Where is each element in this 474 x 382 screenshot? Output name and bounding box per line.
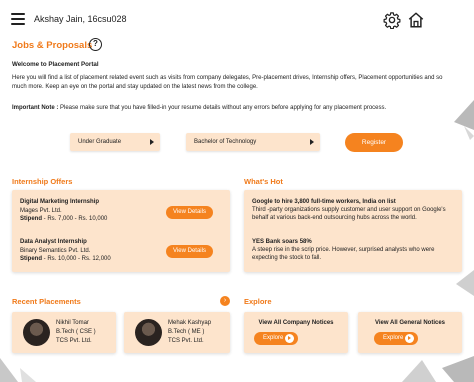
corner-decoration-right-mid [456,270,474,296]
stipend-value: - Rs. 7,000 - Rs. 10,000 [42,216,108,222]
avatar [23,319,50,346]
whats-hot-panel: Google to hire 3,800 full-time workers, … [244,190,462,272]
placement-card[interactable]: Nikhil Tomar B.Tech ( CSE ) TCS Pvt. Ltd… [12,312,116,353]
placed-company: TCS Pvt. Ltd. [168,338,204,344]
explore-card: View All Company Notices Explore [244,312,348,353]
course-select[interactable]: Bachelor of Technology [186,133,320,151]
recent-placements-title: Recent Placements [12,297,81,306]
help-icon[interactable]: ? [89,38,102,51]
level-select[interactable]: Under Graduate [70,133,160,151]
student-degree: B.Tech ( CSE ) [56,329,96,335]
explore-title: Explore [244,297,272,306]
news-text: Third -party organizations supply custom… [252,207,446,221]
welcome-heading: Welcome to Placement Portal [12,61,99,68]
stipend-label: Stipend [20,216,42,222]
stipend-label: Stipend [20,256,42,262]
explore-button[interactable]: Explore [374,332,418,345]
stipend-value: - Rs. 10,000 - Rs. 12,000 [42,256,111,262]
internship-item: Digital Marketing Internship Mages Pvt. … [20,198,107,224]
home-icon[interactable] [407,11,425,29]
explore-card-title: View All Company Notices [258,320,334,326]
explore-button[interactable]: Explore [254,332,298,345]
student-name: Mehak Kashyap [168,320,212,326]
important-note: Important Note : Please make sure that y… [12,105,452,111]
student-name: Nikhil Tomar [56,320,89,326]
explore-button-label: Explore [383,335,404,341]
arrow-right-icon [405,334,414,343]
chevron-right-icon[interactable]: › [220,296,230,306]
important-note-text: Please make sure that you have filled-in… [58,105,387,111]
view-details-button[interactable]: View Details [166,245,213,258]
student-degree: B.Tech ( ME ) [168,329,205,335]
caret-right-icon [310,139,314,145]
avatar [135,319,162,346]
corner-decoration-bottom-left [0,358,36,382]
news-title: YES Bank soars 58% [252,239,312,245]
news-item[interactable]: YES Bank soars 58% A steep rise in the s… [252,238,457,262]
arrow-right-icon [285,334,294,343]
placement-card[interactable]: Mehak Kashyap B.Tech ( ME ) TCS Pvt. Ltd… [124,312,230,353]
top-bar: Akshay Jain, 16csu028 [0,0,474,38]
settings-gear-icon[interactable] [383,11,401,29]
whats-hot-title: What's Hot [244,177,283,186]
news-title: Google to hire 3,800 full-time workers, … [252,199,396,205]
intro-text: Here you will find a list of placement r… [12,75,443,90]
news-item[interactable]: Google to hire 3,800 full-time workers, … [252,198,457,222]
menu-icon[interactable] [11,13,25,25]
internship-item: Data Analyst Internship Binary Semantics… [20,238,111,264]
explore-card: View All General Notices Explore [358,312,462,353]
internship-company: Mages Pvt. Ltd. [20,207,62,214]
caret-right-icon [150,139,154,145]
internship-stipend: Stipend - Rs. 7,000 - Rs. 10,000 [20,215,107,224]
internship-stipend: Stipend - Rs. 10,000 - Rs. 12,000 [20,255,111,264]
explore-card-title: View All General Notices [374,320,446,326]
user-name: Akshay Jain, 16csu028 [34,14,127,24]
important-note-label: Important Note : [12,105,59,111]
news-text: A steep rise in the scrip price. However… [252,247,435,261]
register-button[interactable]: Register [345,133,403,152]
internship-offers-panel: Digital Marketing Internship Mages Pvt. … [12,190,230,272]
internship-company: Binary Semantics Pvt. Ltd. [20,247,91,254]
placement-details: Mehak Kashyap B.Tech ( ME ) TCS Pvt. Ltd… [168,319,211,346]
placement-details: Nikhil Tomar B.Tech ( CSE ) TCS Pvt. Ltd… [56,319,96,346]
placed-company: TCS Pvt. Ltd. [56,338,92,344]
explore-button-label: Explore [263,335,284,341]
level-select-value: Under Graduate [78,139,122,145]
internship-title: Data Analyst Internship [20,239,87,245]
view-details-button[interactable]: View Details [166,206,213,219]
page-title: Jobs & Proposals [12,40,93,51]
corner-decoration-bottom-right [402,356,474,382]
internship-offers-title: Internship Offers [12,177,73,186]
course-select-value: Bachelor of Technology [194,139,257,145]
internship-title: Digital Marketing Internship [20,199,100,205]
